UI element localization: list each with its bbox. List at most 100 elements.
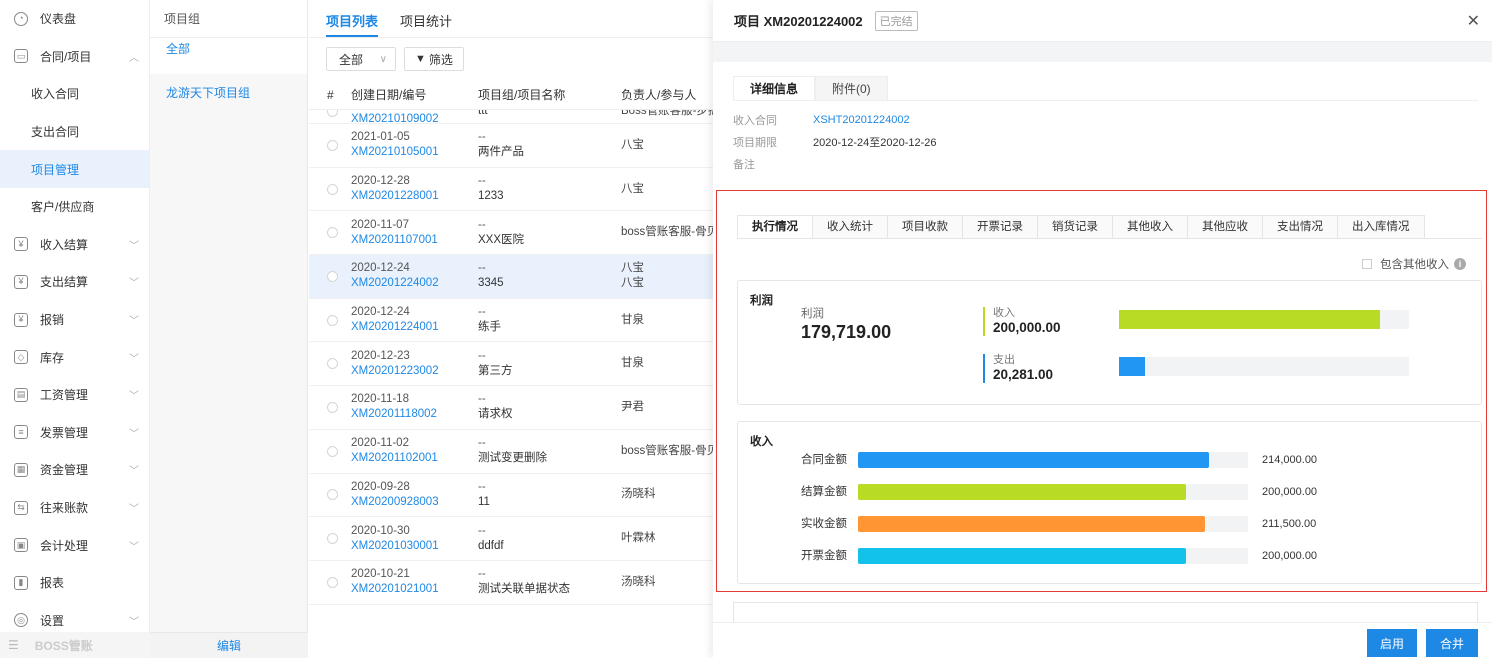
table-row[interactable]: 2020-10-21 XM20201021001 -- 测试关联单据状态 汤晓科 <box>309 561 713 605</box>
sub-tab-1[interactable]: 收入统计 <box>812 215 888 239</box>
merge-button[interactable]: 合并 <box>1426 629 1478 657</box>
sidebar-item-11[interactable]: ≡ 发票管理 ﹀ <box>0 414 149 452</box>
row-radio[interactable] <box>309 358 351 370</box>
row-group: -- <box>478 568 486 581</box>
row-radio[interactable] <box>309 270 351 282</box>
table-row[interactable]: 2021-01-05 XM20210105001 -- 两件产品 八宝 <box>309 124 713 168</box>
row-radio[interactable] <box>309 445 351 457</box>
radio-circle[interactable] <box>327 227 338 239</box>
row-radio[interactable] <box>309 576 351 588</box>
radio-circle[interactable] <box>327 576 338 588</box>
help-icon[interactable]: i <box>1454 258 1466 270</box>
row-code-link[interactable]: XM20201224002 <box>351 276 478 291</box>
sidebar-item-0[interactable]: ◔ 仪表盘 <box>0 0 149 38</box>
row-radio[interactable] <box>309 314 351 326</box>
table-row[interactable]: 2020-12-24 XM20201224001 -- 练手 甘泉 <box>309 299 713 343</box>
row-radio[interactable] <box>309 227 351 239</box>
sidebar-item-1[interactable]: ▭ 合同/项目 ︿ <box>0 38 149 76</box>
sidebar-item-7[interactable]: ¥ 支出结算 ﹀ <box>0 263 149 301</box>
sidebar-item-14[interactable]: ▣ 会计处理 ﹀ <box>0 526 149 564</box>
sub-tab-6[interactable]: 其他应收 <box>1187 215 1263 239</box>
radio-circle[interactable] <box>327 314 338 326</box>
sidebar-item-12[interactable]: ▦ 资金管理 ﹀ <box>0 451 149 489</box>
group-item-all[interactable]: 全部 <box>150 38 307 74</box>
radio-circle[interactable] <box>327 489 338 501</box>
row-code-link[interactable]: XM20201021001 <box>351 582 478 597</box>
radio-circle[interactable] <box>327 110 338 117</box>
sub-tab-3[interactable]: 开票记录 <box>962 215 1038 239</box>
row-code-link[interactable]: XM20201107001 <box>351 233 478 248</box>
project-group-header: 项目组 <box>150 0 307 38</box>
sidebar-item-6[interactable]: ¥ 收入结算 ﹀ <box>0 226 149 264</box>
sub-tab-7[interactable]: 支出情况 <box>1262 215 1338 239</box>
radio-circle[interactable] <box>327 139 338 151</box>
row-code-link[interactable]: XM20201228001 <box>351 189 478 204</box>
edit-groups-button[interactable]: 编辑 <box>150 632 308 658</box>
radio-circle[interactable] <box>327 358 338 370</box>
sidebar-item-13[interactable]: ⇆ 往来账款 ﹀ <box>0 489 149 527</box>
row-code-link[interactable]: XM20201102001 <box>351 451 478 466</box>
table-row[interactable]: 2020-11-07 XM20201107001 -- XXX医院 boss管账客服-骨… <box>309 211 713 256</box>
table-row[interactable]: 2020-11-18 XM20201118002 -- 请求权 尹君 <box>309 386 713 430</box>
row-radio[interactable] <box>309 183 351 195</box>
group-item-longyou[interactable]: 龙游天下项目组 <box>150 74 307 110</box>
tab-attachments[interactable]: 附件(0) <box>815 76 888 100</box>
table-row[interactable]: 2020-12-23 XM20201223002 -- 第三方 甘泉 <box>309 342 713 387</box>
chevron-down-icon: ﹀ <box>129 316 139 328</box>
sidebar-subitem-2[interactable]: 收入合同 <box>0 75 149 113</box>
include-other-income-toggle[interactable]: 包含其他收入 i <box>1362 256 1466 272</box>
sub-tab-5[interactable]: 其他收入 <box>1112 215 1188 239</box>
sidebar-subitem-4[interactable]: 项目管理 <box>0 150 149 188</box>
close-icon[interactable]: ✕ <box>1467 11 1480 31</box>
include-other-income-checkbox[interactable] <box>1362 259 1372 269</box>
status-filter-select[interactable]: 全部 ∨ <box>326 47 396 71</box>
income-contract-link[interactable]: XSHT20201224002 <box>813 114 910 126</box>
row-code-link[interactable]: XM20210105001 <box>351 145 478 160</box>
row-code-link[interactable]: XM20201118002 <box>351 407 478 422</box>
table-row[interactable]: 2021-01-09XM20210109002ttt Boss管账客服-步摇 <box>309 110 713 127</box>
dashboard-icon: ◔ <box>14 11 28 26</box>
row-radio[interactable] <box>309 110 351 117</box>
row-radio[interactable] <box>309 401 351 413</box>
enable-button[interactable]: 启用 <box>1367 629 1417 657</box>
sub-tab-2[interactable]: 项目收款 <box>887 215 963 239</box>
row-code-link[interactable]: XM20201224001 <box>351 320 478 335</box>
row-code-link[interactable]: XM20200928003 <box>351 495 478 510</box>
table-row[interactable]: 2020-12-24 XM20201224002 -- 3345 八宝 八宝 <box>309 255 713 299</box>
sub-tab-8[interactable]: 出入库情况 <box>1337 215 1425 239</box>
row-code-link[interactable]: XM20210109002 <box>351 112 478 127</box>
table-row[interactable]: 2020-12-28 XM20201228001 -- 1233 八宝 <box>309 168 713 212</box>
sub-tab-0[interactable]: 执行情况 <box>737 215 813 239</box>
sidebar-subitem-5[interactable]: 客户/供应商 <box>0 188 149 226</box>
table-row[interactable]: 2020-10-30 XM20201030001 -- ddfdf 叶霖林 <box>309 517 713 561</box>
filter-button[interactable]: ▼ 筛选 <box>404 47 464 71</box>
sidebar-item-label: 会计处理 <box>40 538 89 553</box>
sidebar-subitem-3[interactable]: 支出合同 <box>0 113 149 151</box>
sidebar-item-10[interactable]: ▤ 工资管理 ﹀ <box>0 376 149 414</box>
radio-circle[interactable] <box>327 270 338 282</box>
radio-circle[interactable] <box>327 533 338 545</box>
radio-circle[interactable] <box>327 183 338 195</box>
radio-circle[interactable] <box>327 445 338 457</box>
tab-project-stats[interactable]: 项目统计 <box>400 0 452 37</box>
income-metric-value: 200,000.00 <box>993 320 1061 335</box>
income-metric-label: 收入 <box>993 307 1015 319</box>
sidebar-item-label: 收入合同 <box>31 87 80 102</box>
sidebar-item-15[interactable]: ▮ 报表 <box>0 564 149 602</box>
sub-tab-4[interactable]: 销货记录 <box>1037 215 1113 239</box>
row-code-link[interactable]: XM20201223002 <box>351 364 478 379</box>
radio-circle[interactable] <box>327 401 338 413</box>
table-row[interactable]: 2020-11-02 XM20201102001 -- 测试变更删除 boss管账客服-… <box>309 430 713 474</box>
income-bar-track <box>858 548 1248 564</box>
row-radio[interactable] <box>309 533 351 545</box>
row-code-link[interactable]: XM20201030001 <box>351 539 478 554</box>
tab-detail-info[interactable]: 详细信息 <box>733 76 816 100</box>
menu-collapse-icon[interactable]: ☰ <box>8 638 19 652</box>
sidebar-item-8[interactable]: ¥ 报销 ﹀ <box>0 301 149 339</box>
table-row[interactable]: 2020-09-28 XM20200928003 -- 11 汤晓科 <box>309 474 713 518</box>
row-radio[interactable] <box>309 489 351 501</box>
tab-project-list[interactable]: 项目列表 <box>326 0 379 37</box>
row-radio[interactable] <box>309 139 351 151</box>
profit-label: 利润 <box>801 308 824 320</box>
sidebar-item-9[interactable]: ◇ 库存 ﹀ <box>0 338 149 376</box>
